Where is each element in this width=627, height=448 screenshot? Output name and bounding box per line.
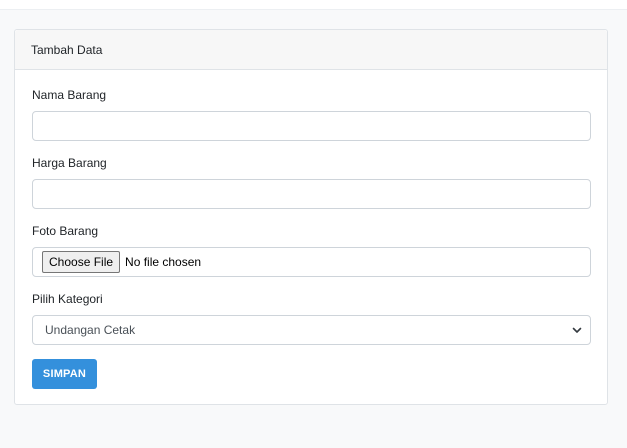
top-bar — [0, 0, 627, 10]
foto-barang-label: Foto Barang — [32, 224, 99, 238]
harga-barang-input[interactable] — [32, 179, 591, 209]
nama-barang-input[interactable] — [32, 111, 591, 141]
file-status-text: No file chosen — [125, 255, 202, 269]
pilih-kategori-label: Pilih Kategori — [32, 292, 103, 306]
kategori-selected-value: Undangan Cetak — [45, 323, 136, 337]
kategori-select[interactable]: Undangan Cetak — [32, 315, 591, 345]
chevron-down-icon — [572, 325, 582, 335]
harga-barang-label: Harga Barang — [32, 156, 107, 170]
add-data-card: Tambah Data Nama Barang Harga Barang Fot… — [14, 29, 608, 405]
card-title: Tambah Data — [31, 42, 103, 57]
foto-barang-file-input[interactable]: Choose File No file chosen — [32, 247, 591, 277]
nama-barang-label: Nama Barang — [32, 88, 107, 102]
simpan-button[interactable]: SIMPAN — [32, 359, 97, 389]
choose-file-button[interactable]: Choose File — [42, 251, 121, 273]
card-header: Tambah Data — [15, 30, 607, 70]
